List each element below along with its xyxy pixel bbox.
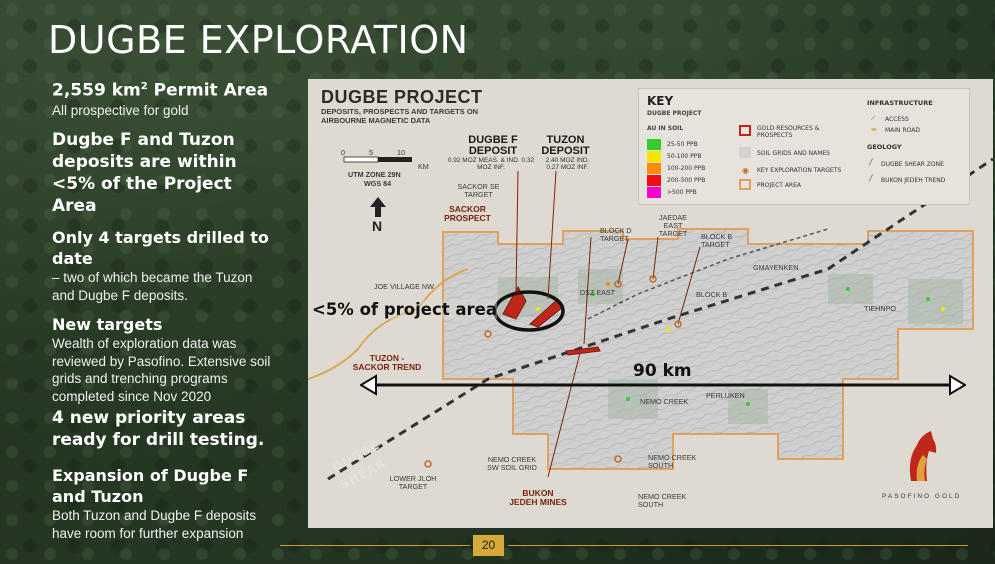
soil-grids-swatch xyxy=(739,147,751,158)
joe-village-label: JOE VILLAGE NW xyxy=(374,282,434,291)
targets-body: – two of which became the Tuzon and Dugb… xyxy=(52,270,253,303)
scale-ticks: 0 5 10 xyxy=(341,148,405,157)
sackor-se-label: SACKOR SE TARGET xyxy=(457,182,500,199)
bukon-jedeh-label: BUKON JEDEH MINES xyxy=(509,488,567,507)
dugbe-f-resources: 0.92 MOZ MEAS. & IND. 0.32 MOZ INF. xyxy=(447,157,535,171)
left-column: 2,559 km2 Permit Area All prospective fo… xyxy=(52,76,274,552)
nemo-sw-label: NEMO CREEK SW SOIL GRID xyxy=(487,455,537,472)
project-area-label: PROJECT AREA xyxy=(757,182,802,189)
key-subtitle: DUGBE PROJECT xyxy=(647,110,702,117)
infrastructure-heading: INFRASTRUCTURE xyxy=(867,99,933,107)
five-percent-callout: <5% of project area xyxy=(312,300,497,319)
dsz-east-label: DSZ EAST xyxy=(580,288,616,297)
map-title: DUGBE PROJECT xyxy=(321,87,483,107)
expansion-block: Expansion of Dugbe F and Tuzon Both Tuzo… xyxy=(52,465,274,542)
map-subtitle: DEPOSITS, PROSPECTS AND TARGETS ON AIRBO… xyxy=(321,107,479,125)
dugbe-f-title: DUGBE F DEPOSIT xyxy=(468,134,518,157)
dugbe-shear-zone-icon: ╱ xyxy=(869,159,873,166)
priority-heading: 4 new priority areas ready for drill tes… xyxy=(52,408,265,451)
au-bin-swatch xyxy=(647,139,661,150)
targets-block: Only 4 targets drilled to date – two of … xyxy=(52,227,274,304)
bukon-trend-label: BUKON JEDEH TREND xyxy=(881,177,946,184)
tuzon-sackor-label: TUZON -SACKOR TREND xyxy=(352,353,422,372)
permit-area-sup: 2 xyxy=(140,81,148,92)
tuzon-resources: 2.40 MOZ IND. 0.27 MOZ INF. xyxy=(545,157,590,171)
deposits-block: Dugbe F and Tuzon deposits are within <5… xyxy=(52,129,274,217)
scale-unit: km xyxy=(418,162,429,171)
gold-resources-swatch xyxy=(739,125,751,136)
datum: WGS 84 xyxy=(364,179,392,188)
utm-zone: UTM ZONE 29N xyxy=(348,170,401,179)
permit-area-sub: All prospective for gold xyxy=(52,102,189,118)
footer-rule-left xyxy=(280,545,470,546)
au-bin-label: 100-200 PPB xyxy=(667,165,706,172)
access-label: ACCESS xyxy=(885,116,909,123)
permit-area-block: 2,559 km2 Permit Area All prospective fo… xyxy=(52,76,274,119)
new-targets-body: Wealth of exploration data was reviewed … xyxy=(52,336,271,404)
block-d-label: BLOCK D TARGET xyxy=(600,226,632,243)
gmayenken-label: GMAYENKEN xyxy=(753,263,799,272)
permit-area-value: 2,559 km xyxy=(52,80,141,101)
nemo-south-label: NEMO CREEK SOUTH xyxy=(648,453,697,470)
au-bin-swatch xyxy=(647,175,661,186)
bukon-trend-icon: ╱ xyxy=(869,175,873,182)
targets-heading: Only 4 targets drilled to date xyxy=(52,228,269,269)
main-road-icon: ▬ xyxy=(871,126,877,133)
geology-heading: GEOLOGY xyxy=(867,143,902,151)
sackor-prospect-label: SACKOR PROSPECT xyxy=(444,204,491,223)
footer-rule-right xyxy=(508,545,968,546)
au-bin-label: 50-100 PPB xyxy=(667,153,702,160)
soil-grids-label: SOIL GRIDS AND NAMES xyxy=(757,150,830,157)
gold-resources-label: GOLD RESOURCES & PROSPECTS xyxy=(757,125,820,139)
access-icon: ⟋ xyxy=(871,115,876,122)
au-heading: AU IN SOIL xyxy=(647,125,684,132)
north-label: N xyxy=(372,218,383,234)
pasofino-horse-logo xyxy=(909,431,937,481)
span-label: 90 km xyxy=(633,361,692,381)
page-number: 20 xyxy=(473,535,504,556)
jaedae-label: JAEDAE EAST TARGET xyxy=(658,213,688,238)
permit-area-heading: 2,559 km2 Permit Area xyxy=(52,76,274,102)
au-bin-label: 25-50 PPB xyxy=(667,141,698,148)
tiehnpo-label: TIEHNPO xyxy=(864,304,896,313)
au-bin-swatch xyxy=(647,163,661,174)
key-title: KEY xyxy=(647,94,674,108)
au-bin-swatch xyxy=(647,151,661,162)
au-bin-label: 200-500 PPB xyxy=(667,177,706,184)
lower-jloh-label: LOWER JLOH TARGET xyxy=(389,474,437,491)
au-bin-label: >500 PPB xyxy=(667,189,697,196)
priority-block: 4 new priority areas ready for drill tes… xyxy=(52,407,274,451)
deposits-heading: Dugbe F and Tuzon deposits are within <5… xyxy=(52,130,237,217)
expansion-heading: Expansion of Dugbe F and Tuzon xyxy=(52,466,249,507)
permit-area-label: Permit Area xyxy=(147,80,269,101)
map-key: KEY DUGBE PROJECT AU IN SOIL GOLD RESOUR… xyxy=(638,88,970,205)
new-targets-block: New targets Wealth of exploration data w… xyxy=(52,314,274,405)
tuzon-title: TUZON DEPOSIT xyxy=(541,134,590,157)
au-bin-swatch xyxy=(647,187,661,198)
block-b-target-label: BLOCK B TARGET xyxy=(701,232,733,249)
project-area-swatch xyxy=(739,179,751,190)
slide-title: DUGBE EXPLORATION xyxy=(48,18,469,62)
target-symbol-icon: ◉ xyxy=(742,166,749,175)
block-b-label: BLOCK B xyxy=(696,290,728,299)
nemo-creek-label: NEMO CREEK xyxy=(640,397,689,406)
project-area-outline xyxy=(442,228,974,470)
expansion-body: Both Tuzon and Dugbe F deposits have roo… xyxy=(52,508,257,541)
nemo-south-2-label: NEMO CREEK SOUTH xyxy=(638,492,687,509)
new-targets-heading: New targets xyxy=(52,315,163,335)
dugbe-shear-zone-label: DUGBE SHEAR ZONE xyxy=(881,161,944,168)
key-targets-label: KEY EXPLORATION TARGETS xyxy=(757,167,842,174)
pasofino-wordmark: PASOFINO GOLD xyxy=(882,493,962,500)
main-road-label: MAIN ROAD xyxy=(885,127,920,134)
